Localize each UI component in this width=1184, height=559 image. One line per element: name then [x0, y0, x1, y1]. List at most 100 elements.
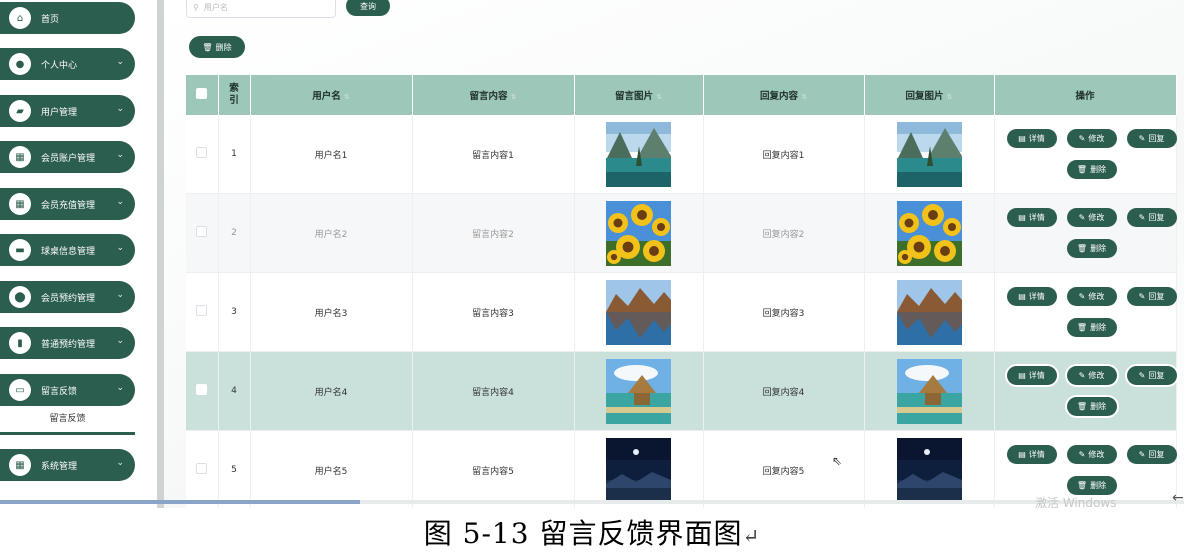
sidebar-item-10[interactable]: ▦ 系统管理 ⌄	[0, 449, 135, 481]
message-image[interactable]	[606, 358, 671, 424]
delete-button[interactable]: 🗑 删除	[1066, 160, 1117, 179]
sidebar-item-3[interactable]: ▰ 用户管理 ⌄	[0, 95, 135, 127]
cell-index: 5	[218, 430, 251, 508]
cell-message-image[interactable]	[574, 351, 704, 431]
row-checkbox[interactable]	[196, 305, 208, 316]
cell-reply-image[interactable]	[864, 193, 995, 273]
detail-label: 详情	[1028, 292, 1045, 301]
document-icon: ▤	[1018, 134, 1026, 143]
sidebar-item-9[interactable]: ▭ 留言反馈 ⌄	[0, 374, 135, 406]
sidebar-item-2[interactable]: ● 个人中心 ⌄	[0, 48, 135, 80]
sidebar-item-8[interactable]: ▮ 普通预约管理 ⌄	[0, 327, 135, 359]
sort-icon[interactable]: ⇅	[511, 93, 517, 101]
row-select-cell[interactable]	[186, 272, 219, 352]
message-image[interactable]	[606, 279, 671, 345]
row-checkbox[interactable]	[196, 147, 208, 158]
message-image[interactable]	[606, 200, 671, 266]
delete-button[interactable]: 🗑 删除	[1066, 239, 1117, 258]
reply-button[interactable]: ✎ 回复	[1126, 129, 1177, 148]
message-image[interactable]	[606, 437, 671, 503]
edit-button[interactable]: ✎ 修改	[1066, 366, 1117, 385]
header-message-image-label: 留言图片	[615, 91, 654, 102]
sort-icon[interactable]: ⇅	[656, 93, 662, 101]
reply-image[interactable]	[896, 437, 962, 503]
cell-reply-image[interactable]	[864, 115, 995, 194]
row-select-cell[interactable]	[186, 430, 219, 508]
cell-message-image[interactable]	[574, 272, 704, 352]
reply-button[interactable]: ✎ 回复	[1126, 366, 1177, 385]
chevron-down-icon: ⌄	[116, 150, 124, 160]
delete-button[interactable]: 🗑 删除	[1066, 397, 1117, 416]
row-select-cell[interactable]	[186, 193, 219, 273]
select-all-cell[interactable]	[186, 75, 219, 115]
reply-image[interactable]	[896, 200, 962, 266]
edit-button[interactable]: ✎ 修改	[1066, 208, 1117, 227]
reply-label: 回复	[1148, 134, 1165, 143]
table-row[interactable]: 4 用户名4 留言内容4 回复内容4 ▤ 详情 ✎ 修改 ✎ 回复 🗑 删除	[186, 351, 1177, 431]
header-message[interactable]: 留言内容 ⇅	[412, 75, 575, 115]
batch-delete-button[interactable]: 🗑 删除	[189, 36, 245, 58]
search-field[interactable]: ⚲	[186, 0, 336, 18]
detail-button[interactable]: ▤ 详情	[1006, 129, 1057, 148]
detail-button[interactable]: ▤ 详情	[1006, 445, 1057, 464]
reply-image[interactable]	[896, 358, 962, 424]
sidebar-item-label: 个人中心	[41, 60, 78, 71]
sort-icon[interactable]: ⇅	[947, 93, 953, 101]
row-checkbox[interactable]	[196, 463, 208, 474]
header-reply[interactable]: 回复内容 ⇅	[703, 75, 865, 115]
row-checkbox[interactable]	[196, 226, 208, 237]
clipboard-icon: ▮	[9, 332, 31, 354]
detail-button[interactable]: ▤ 详情	[1006, 366, 1057, 385]
delete-button[interactable]: 🗑 删除	[1066, 476, 1117, 495]
table-row[interactable]: 3 用户名3 留言内容3 回复内容3 ▤ 详情 ✎ 修改 ✎ 回复 🗑 删除	[186, 272, 1177, 352]
sort-icon[interactable]: ⇅	[344, 93, 350, 101]
cell-message-image[interactable]	[574, 430, 704, 508]
edit-button[interactable]: ✎ 修改	[1066, 287, 1117, 306]
select-all-checkbox[interactable]	[196, 88, 208, 99]
chevron-down-icon: ⌄	[116, 104, 124, 114]
edit-button[interactable]: ✎ 修改	[1066, 129, 1117, 148]
cell-message-image[interactable]	[574, 115, 704, 194]
sidebar-item-4[interactable]: ▦ 会员账户管理 ⌄	[0, 141, 135, 173]
row-checkbox[interactable]	[196, 384, 208, 395]
sidebar-item-5[interactable]: ▦ 会员充值管理 ⌄	[0, 188, 135, 220]
figure-caption: 图 5-13 留言反馈界面图↵	[0, 512, 1184, 552]
reply-button[interactable]: ✎ 回复	[1126, 208, 1177, 227]
header-reply-image[interactable]: 回复图片 ⇅	[864, 75, 995, 115]
table-row[interactable]: 2 用户名2 留言内容2 回复内容2 ▤ 详情 ✎ 修改 ✎ 回复 🗑 删除	[186, 193, 1177, 273]
cell-reply-image[interactable]	[864, 351, 995, 431]
cell-reply-image[interactable]	[864, 430, 995, 508]
detail-button[interactable]: ▤ 详情	[1006, 208, 1057, 227]
grid-icon: ▦	[9, 193, 31, 215]
cell-reply-image[interactable]	[864, 272, 995, 352]
row-select-cell[interactable]	[186, 351, 219, 431]
cell-message: 留言内容3	[412, 272, 575, 352]
reply-button[interactable]: ✎ 回复	[1126, 287, 1177, 306]
edit-button[interactable]: ✎ 修改	[1066, 445, 1117, 464]
sidebar-item-7[interactable]: ⬤ 会员预约管理 ⌄	[0, 281, 135, 313]
message-image[interactable]	[606, 121, 671, 187]
reply-button[interactable]: ✎ 回复	[1126, 445, 1177, 464]
detail-button[interactable]: ▤ 详情	[1006, 287, 1057, 306]
reply-image[interactable]	[896, 279, 962, 345]
reply-label: 回复	[1148, 371, 1165, 380]
sidebar-item-label: 会员充值管理	[41, 200, 96, 211]
sidebar-item-1[interactable]: ⌂ 首页	[0, 2, 135, 34]
submenu-item-feedback[interactable]: 留言反馈	[0, 404, 135, 434]
delete-button[interactable]: 🗑 删除	[1066, 318, 1117, 337]
query-button[interactable]: 查询	[346, 0, 390, 16]
row-select-cell[interactable]	[186, 115, 219, 194]
monitor-icon: ▭	[9, 379, 31, 401]
cell-message-image[interactable]	[574, 193, 704, 273]
sort-icon[interactable]: ⇅	[801, 93, 807, 101]
table-row[interactable]: 5 用户名5 留言内容5 回复内容5 ▤ 详情 ✎ 修改 ✎ 回复 🗑 删除	[186, 430, 1177, 508]
search-input[interactable]	[201, 1, 326, 13]
table-row[interactable]: 1 用户名1 留言内容1 回复内容1 ▤ 详情 ✎ 修改 ✎ 回复 🗑 删除	[186, 115, 1177, 194]
header-message-image[interactable]: 留言图片 ⇅	[574, 75, 704, 115]
reply-image[interactable]	[896, 121, 962, 187]
document-icon: ▤	[1018, 213, 1026, 222]
trash-icon: 🗑	[1076, 165, 1088, 174]
header-username[interactable]: 用户名 ⇅	[250, 75, 413, 115]
sidebar-item-6[interactable]: ▬ 球桌信息管理 ⌄	[0, 234, 135, 266]
scrollbar-thumb[interactable]	[0, 500, 360, 504]
